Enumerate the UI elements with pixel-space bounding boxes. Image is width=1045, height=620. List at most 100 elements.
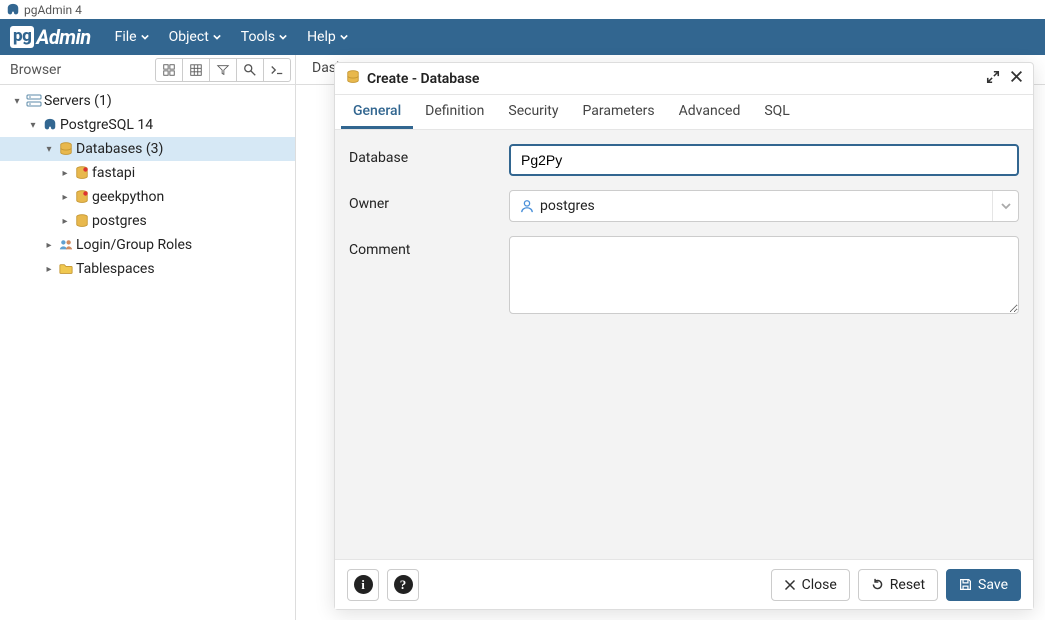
database-label: Database [349,144,509,166]
owner-value: postgres [540,198,595,214]
database-icon [72,214,92,228]
reset-icon [871,578,884,591]
browser-tree[interactable]: ▾ Servers (1) ▾ PostgreSQL 14 ▾ Database… [0,85,295,620]
tab-general[interactable]: General [341,95,413,129]
save-button-label: Save [978,577,1008,593]
comment-label: Comment [349,236,509,258]
browser-toolbar [156,58,291,82]
info-icon: i [354,575,373,594]
tab-definition[interactable]: Definition [413,95,496,129]
logo: pgAdmin [0,25,105,49]
tree-server-label: PostgreSQL 14 [60,117,153,133]
window-title: pgAdmin 4 [24,3,82,17]
grid-icon [189,63,203,77]
close-button[interactable]: Close [771,569,850,601]
tree-db-postgres[interactable]: ▸ postgres [0,209,295,233]
browser-title: Browser [10,62,61,78]
servers-icon [24,94,44,108]
tab-parameters[interactable]: Parameters [571,95,667,129]
elephant-icon [40,118,60,132]
chevron-down-icon[interactable]: ▾ [10,96,24,107]
save-button[interactable]: Save [946,569,1021,601]
close-dialog-button[interactable] [1010,70,1023,87]
chevron-right-icon[interactable]: ▸ [42,240,56,251]
expand-button[interactable] [986,70,1000,88]
chevron-right-icon[interactable]: ▸ [42,264,56,275]
tab-security[interactable]: Security [496,95,570,129]
expand-icon [986,70,1000,84]
chevron-down-icon[interactable]: ▾ [42,144,56,155]
chevron-right-icon[interactable]: ▸ [58,192,72,203]
properties-icon [162,63,176,77]
tree-db-fastapi[interactable]: ▸ fastapi [0,161,295,185]
database-icon [56,142,76,156]
chevron-down-icon [1001,201,1011,211]
comment-textarea[interactable] [509,236,1019,314]
tab-sql[interactable]: SQL [752,95,801,129]
menu-help[interactable]: Help [297,19,358,55]
toolbar-filter-button[interactable] [209,58,237,82]
menu-file[interactable]: File [105,19,159,55]
folder-icon [56,262,76,276]
toolbar-terminal-button[interactable] [263,58,291,82]
tree-tablespaces-label: Tablespaces [76,261,155,277]
database-icon [72,190,92,204]
owner-label: Owner [349,190,509,212]
menu-tools[interactable]: Tools [231,19,297,55]
close-button-label: Close [802,577,837,593]
menu-tools-label: Tools [241,29,275,45]
chevron-down-icon [141,33,149,41]
reset-button[interactable]: Reset [858,569,938,601]
tree-db-label: fastapi [92,165,135,181]
help-icon: ? [394,575,413,594]
chevron-down-icon [213,33,221,41]
info-button[interactable]: i [347,569,379,601]
tree-db-geekpython[interactable]: ▸ geekpython [0,185,295,209]
toolbar-search-button[interactable] [236,58,264,82]
database-icon [345,70,361,88]
tree-server-postgresql[interactable]: ▾ PostgreSQL 14 [0,113,295,137]
tree-tablespaces[interactable]: ▸ Tablespaces [0,257,295,281]
owner-select[interactable]: postgres [509,190,1019,222]
help-button[interactable]: ? [387,569,419,601]
app-title-bar: pgAdmin 4 [0,0,1045,19]
create-database-dialog: Create - Database General Definition Sec… [334,62,1034,610]
tree-roles-label: Login/Group Roles [76,237,192,253]
dialog-title: Create - Database [367,71,479,87]
close-icon [1010,70,1023,83]
select-caret[interactable] [992,191,1018,221]
dialog-tabs: General Definition Security Parameters A… [335,95,1033,130]
menu-object[interactable]: Object [159,19,231,55]
chevron-right-icon[interactable]: ▸ [58,168,72,179]
elephant-icon [6,3,20,17]
logo-pg: pg [10,26,34,48]
users-icon [56,238,76,252]
chevron-down-icon [279,33,287,41]
close-icon [784,579,796,591]
tree-db-label: postgres [92,213,147,229]
toolbar-grid-button[interactable] [182,58,210,82]
terminal-icon [270,63,284,77]
database-name-input[interactable] [509,144,1019,176]
database-icon [72,166,92,180]
chevron-down-icon [340,33,348,41]
toolbar-properties-button[interactable] [155,58,183,82]
user-icon [520,199,534,213]
tree-servers-label: Servers (1) [44,93,112,109]
main-nav: pgAdmin File Object Tools Help [0,19,1045,55]
tree-login-roles[interactable]: ▸ Login/Group Roles [0,233,295,257]
menu-file-label: File [115,29,137,45]
chevron-right-icon[interactable]: ▸ [58,216,72,227]
menu-object-label: Object [169,29,209,45]
tree-databases-label: Databases (3) [76,141,163,157]
search-icon [243,63,257,77]
menu-help-label: Help [307,29,336,45]
reset-button-label: Reset [890,577,925,593]
logo-admin: Admin [36,25,90,49]
tab-advanced[interactable]: Advanced [667,95,753,129]
save-icon [959,578,972,591]
tree-databases[interactable]: ▾ Databases (3) [0,137,295,161]
browser-panel: Browser ▾ [0,55,296,620]
tree-servers[interactable]: ▾ Servers (1) [0,89,295,113]
chevron-down-icon[interactable]: ▾ [26,120,40,131]
